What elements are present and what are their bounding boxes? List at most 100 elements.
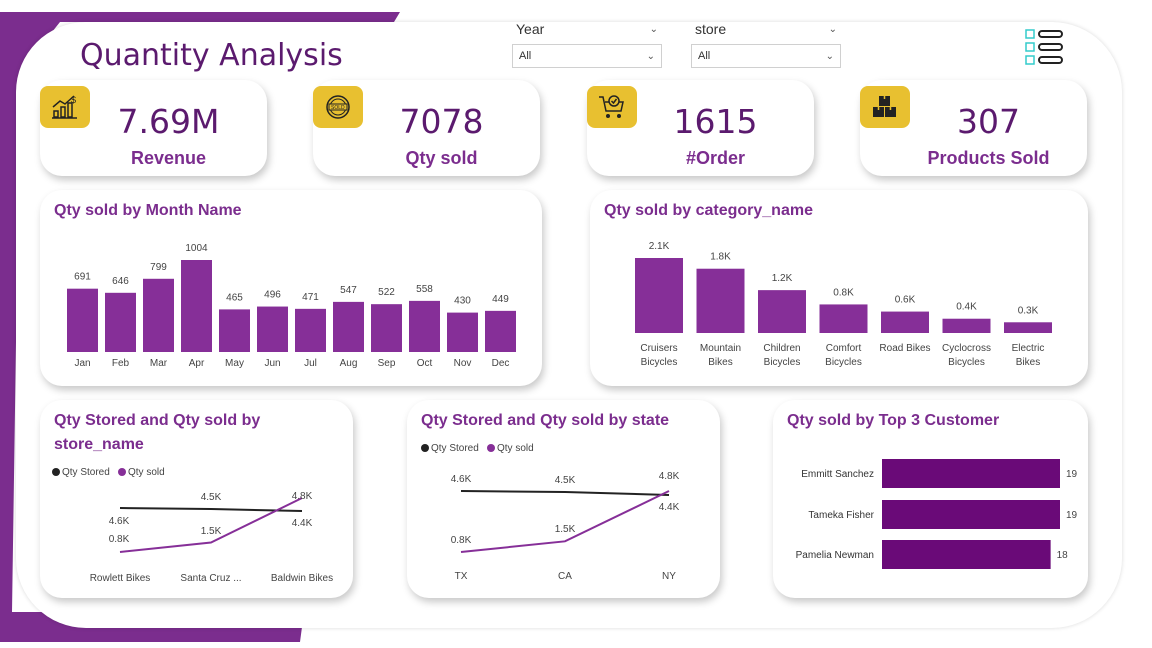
month-chart-card: Qty sold by Month Name 691 Jan 646 Feb 799 Ma…	[40, 190, 542, 386]
y-tick-label: Pamelia Newman	[796, 550, 874, 561]
kpi-card-orders: 1615 #Order	[587, 80, 814, 176]
bar	[181, 260, 212, 352]
y-tick-label: Emmitt Sanchez	[801, 469, 874, 480]
legend-label: Qty Stored	[431, 443, 479, 454]
x-tick-label: Mountain	[700, 343, 741, 354]
x-tick-label: NY	[662, 571, 676, 582]
kpi-value: 1615	[673, 102, 758, 141]
kpi-card-products-sold: 307 Products Sold	[860, 80, 1087, 176]
bar	[105, 292, 136, 352]
list-menu-icon[interactable]	[1024, 28, 1064, 66]
x-tick-label: Jul	[304, 358, 317, 369]
data-label: 4.5K	[201, 492, 222, 503]
chevron-down-icon[interactable]: ⌄	[829, 24, 837, 35]
data-label: 691	[74, 272, 91, 283]
x-tick-label: Bicycles	[825, 357, 862, 368]
data-label: 465	[226, 292, 243, 303]
x-tick-label: Road Bikes	[879, 343, 930, 354]
chevron-down-icon[interactable]: ⌄	[650, 24, 658, 35]
data-label: 0.8K	[109, 534, 130, 545]
data-label: 4.4K	[292, 518, 313, 529]
bar	[409, 300, 440, 352]
data-label: 4.8K	[292, 491, 313, 502]
state-line-chart: Qty Stored Qty sold 4.6K 0.8K 4.5K 1.5K 4.8K 4.…	[421, 443, 680, 582]
data-label: 0.4K	[956, 302, 977, 313]
store-select-value: All	[698, 50, 711, 62]
data-label: 0.8K	[451, 535, 472, 546]
bar	[485, 310, 516, 352]
data-label: 799	[150, 262, 167, 273]
data-label: 1004	[185, 243, 208, 254]
bar	[881, 311, 929, 333]
legend-marker	[118, 468, 126, 476]
data-label: 646	[112, 276, 129, 287]
bar	[257, 306, 288, 352]
x-tick-label: Dec	[492, 358, 510, 369]
data-label: 19	[1066, 510, 1078, 521]
x-tick-label: Jun	[264, 358, 280, 369]
legend-marker	[52, 468, 60, 476]
chevron-down-icon: ⌄	[646, 50, 655, 62]
data-label: 430	[454, 296, 471, 307]
legend-label: Qty Stored	[62, 467, 110, 478]
legend-label: Qty sold	[497, 443, 534, 454]
year-filter[interactable]: Year ⌄ All ⌄	[512, 18, 662, 68]
year-filter-label: Year	[516, 21, 545, 37]
qty-sold-line	[119, 497, 303, 553]
data-label: 4.8K	[659, 471, 680, 482]
data-label: 547	[340, 285, 357, 296]
bar	[447, 312, 478, 352]
store-filter[interactable]: store ⌄ All ⌄	[691, 18, 841, 68]
data-label: 1.2K	[772, 273, 793, 284]
bar	[882, 540, 1051, 569]
data-label: 4.6K	[109, 516, 130, 527]
qty-stored-line	[460, 490, 670, 496]
data-label: 0.8K	[833, 287, 854, 298]
year-select-value: All	[519, 50, 532, 62]
data-label: 449	[492, 294, 509, 305]
kpi-label: #Order	[685, 148, 746, 168]
x-tick-label: Bikes	[1016, 357, 1040, 368]
x-tick-label: May	[225, 358, 244, 369]
kpi-card-qty-sold: SOLD 7078 Qty sold	[313, 80, 540, 176]
kpi-label: Qty sold	[405, 148, 478, 168]
bar	[1004, 322, 1052, 333]
data-label: 0.6K	[895, 295, 916, 306]
bar	[295, 308, 326, 352]
bar	[333, 301, 364, 352]
bar	[758, 290, 806, 333]
y-tick-label: Tameka Fisher	[808, 510, 874, 521]
data-label: 4.4K	[659, 502, 680, 513]
bar	[942, 318, 991, 333]
x-tick-label: TX	[455, 571, 468, 582]
store-filter-label: store	[695, 21, 727, 37]
data-label: 2.1K	[649, 241, 670, 252]
qty-sold-line	[460, 490, 670, 553]
store-line-chart: Qty Stored Qty sold 4.6K 0.8K 4.5K 1.5K 4.8K 4.…	[52, 467, 333, 584]
store-chart-card: Qty Stored and Qty sold by store_name Qt…	[40, 400, 353, 598]
x-tick-label: Bicycles	[641, 357, 678, 368]
store-select[interactable]: All ⌄	[691, 44, 841, 68]
x-tick-label: Apr	[189, 358, 205, 369]
legend-marker	[487, 444, 495, 452]
x-tick-label: Nov	[454, 358, 472, 369]
year-select[interactable]: All ⌄	[512, 44, 662, 68]
data-label: 1.5K	[201, 526, 222, 537]
data-label: 19	[1066, 469, 1078, 480]
x-tick-label: Aug	[340, 358, 358, 369]
data-label: 1.5K	[555, 524, 576, 535]
kpi-value: 7078	[399, 102, 484, 141]
kpi-label: Products Sold	[927, 148, 1050, 168]
x-tick-label: Feb	[112, 358, 130, 369]
kpi-value: 7.69M	[117, 102, 220, 141]
chevron-down-icon: ⌄	[825, 50, 834, 62]
data-label: 18	[1057, 550, 1069, 561]
legend-label: Qty sold	[128, 467, 165, 478]
x-tick-label: Baldwin Bikes	[271, 573, 333, 584]
bar	[882, 500, 1060, 529]
kpi-value: 307	[957, 102, 1020, 141]
data-label: 471	[302, 292, 319, 303]
kpi-label: Revenue	[130, 148, 207, 168]
x-tick-label: Cruisers	[640, 343, 677, 354]
state-chart-card: Qty Stored and Qty sold by state Qty Sto…	[407, 400, 720, 598]
